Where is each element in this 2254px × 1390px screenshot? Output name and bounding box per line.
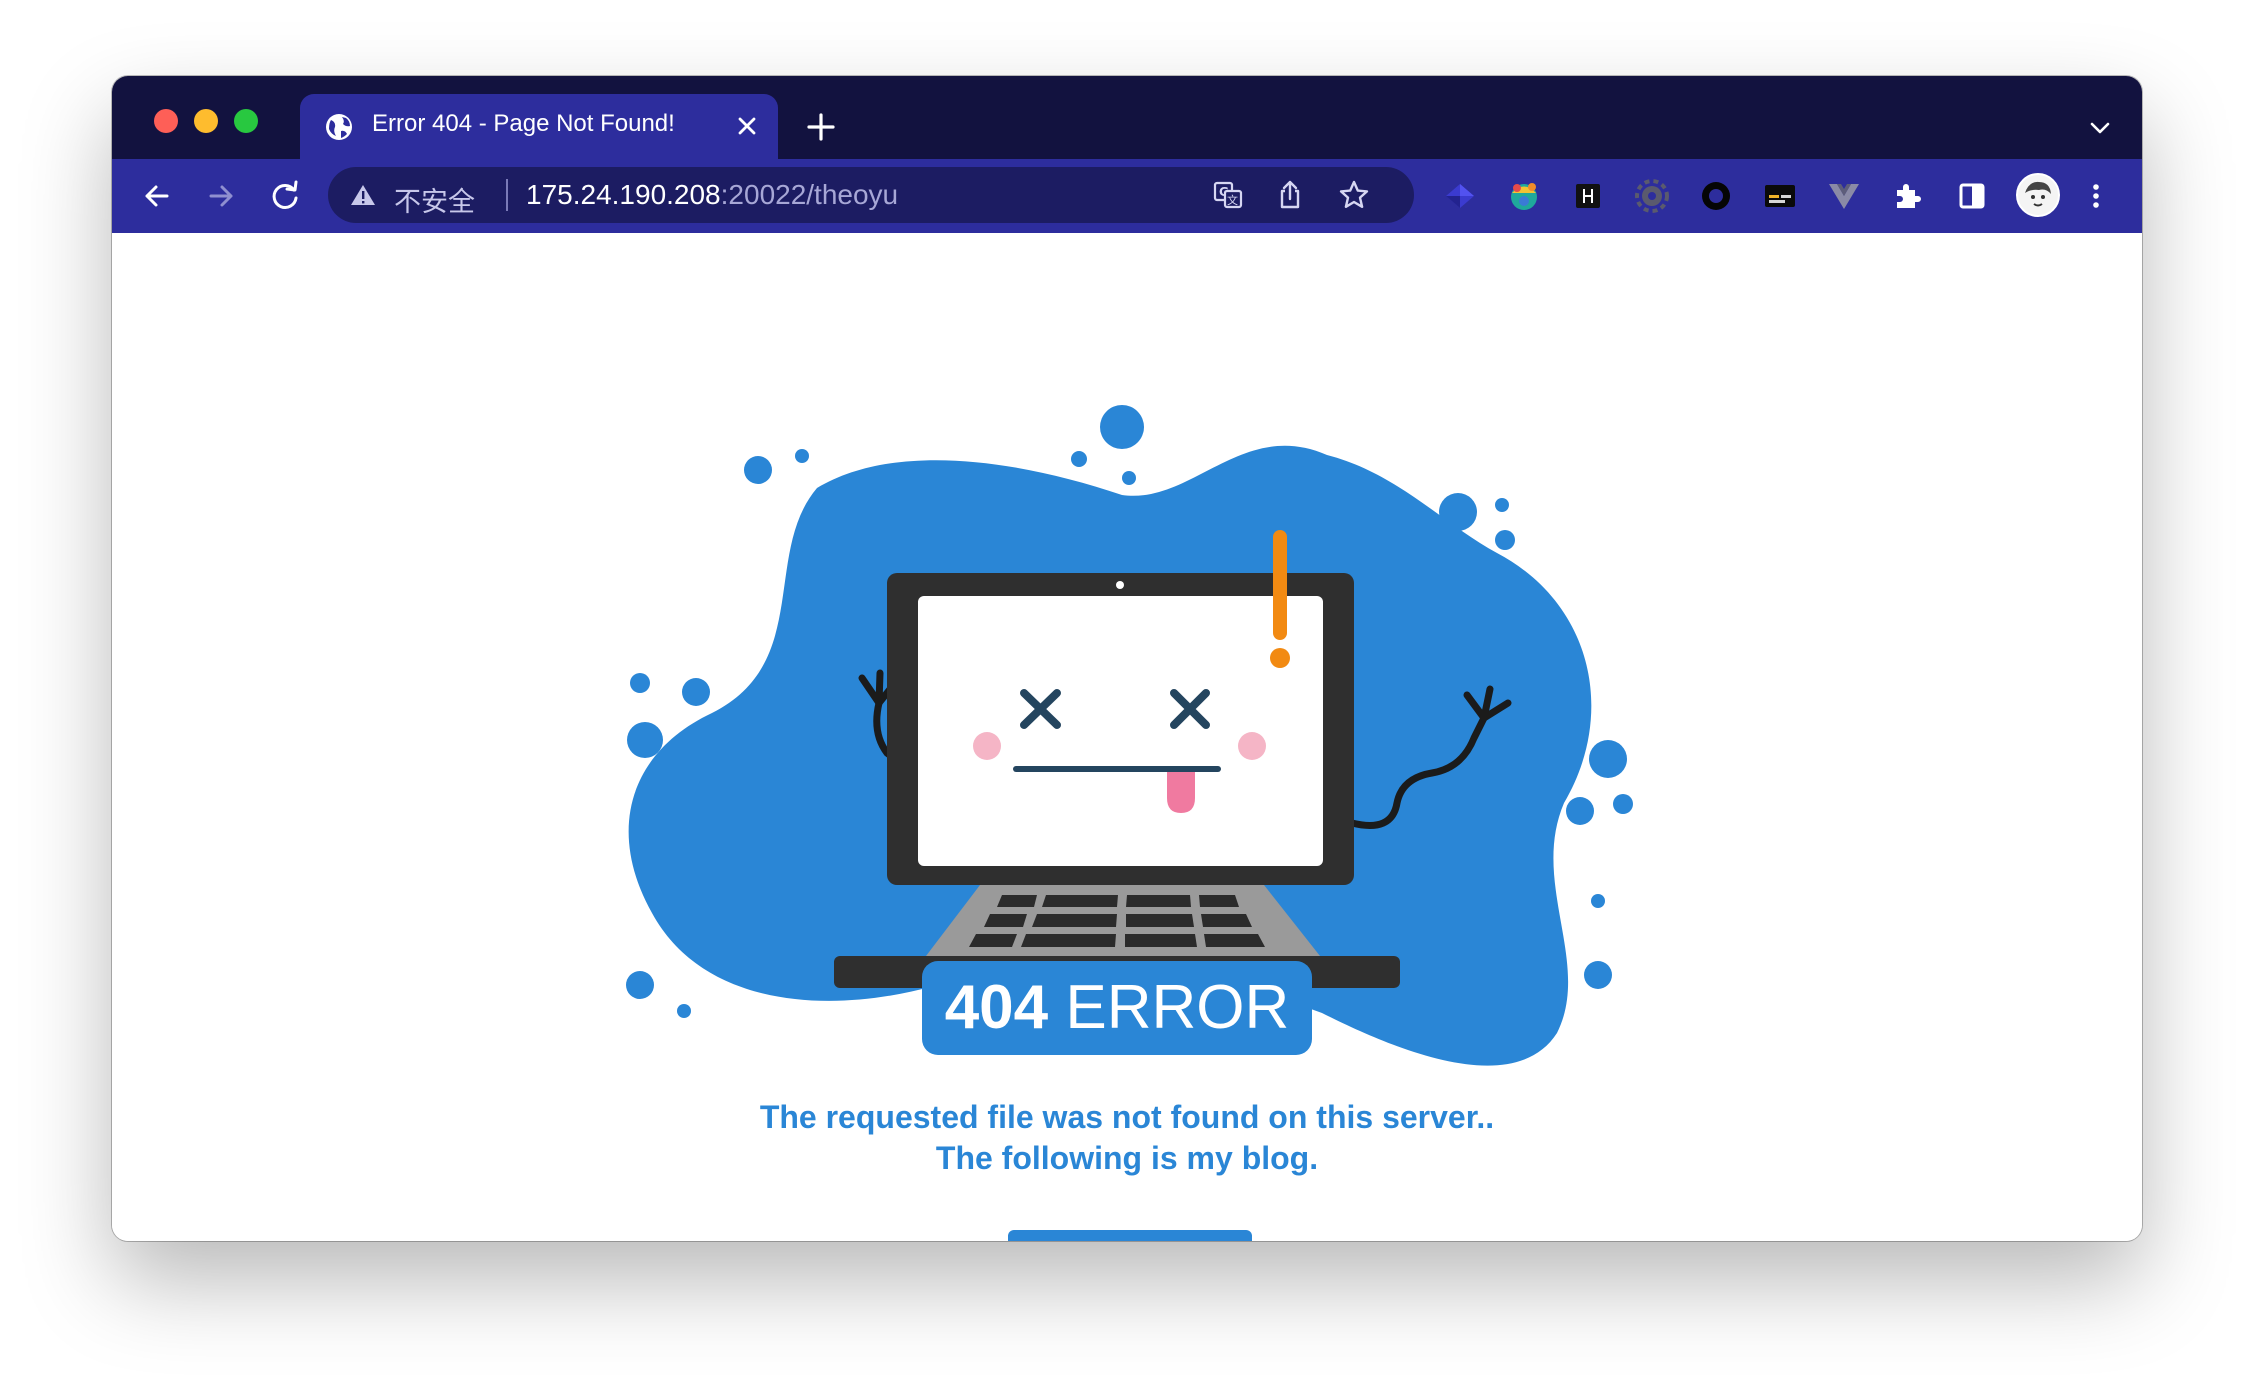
laptop-screen — [918, 596, 1323, 866]
ring-extension-icon[interactable] — [1698, 178, 1734, 214]
left-cheek — [973, 732, 1001, 760]
puzzle-icon[interactable] — [1890, 178, 1926, 214]
browser-window: Error 404 - Page Not Found! 不安全 175.24.1… — [112, 76, 2142, 1241]
security-label[interactable]: 不安全 — [394, 180, 475, 219]
error-word: ERROR — [1048, 973, 1290, 1042]
url-text[interactable]: 175.24.190.208:20022/theoyu — [526, 179, 898, 211]
address-bar[interactable]: 不安全 175.24.190.208:20022/theoyu G 文 — [328, 167, 1414, 223]
warning-icon[interactable] — [350, 183, 376, 207]
svg-text:文: 文 — [1227, 193, 1238, 207]
globe-icon — [326, 114, 352, 140]
error-badge: 404 ERROR — [922, 961, 1312, 1055]
right-cheek — [1238, 732, 1266, 760]
gear-extension-icon[interactable] — [1634, 178, 1670, 214]
side-panel-icon[interactable] — [1954, 178, 1990, 214]
layers-extension-icon[interactable] — [1442, 178, 1478, 214]
reload-icon[interactable] — [265, 176, 305, 216]
terminal-extension-icon[interactable] — [1762, 178, 1798, 214]
maximize-window-button[interactable] — [234, 109, 258, 133]
url-port-path: :20022/theoyu — [720, 179, 899, 210]
tab-title: Error 404 - Page Not Found! — [372, 110, 675, 137]
translate-icon[interactable]: G 文 — [1212, 179, 1244, 211]
close-window-button[interactable] — [154, 109, 178, 133]
blog-button[interactable] — [1008, 1230, 1252, 1241]
back-arrow-icon[interactable] — [137, 176, 177, 216]
tongue — [1167, 769, 1195, 813]
exclamation-dot — [1270, 648, 1290, 668]
vue-extension-icon[interactable] — [1826, 178, 1862, 214]
tab-strip: Error 404 - Page Not Found! — [112, 76, 2142, 159]
color-globe-extension-icon[interactable] — [1506, 178, 1542, 214]
broken-laptop-illustration — [626, 405, 1633, 1066]
profile-avatar[interactable] — [2015, 172, 2061, 218]
active-tab[interactable]: Error 404 - Page Not Found! — [300, 94, 778, 159]
new-tab-icon[interactable] — [806, 112, 836, 142]
minimize-window-button[interactable] — [194, 109, 218, 133]
address-divider — [506, 179, 508, 211]
chevron-down-icon[interactable] — [2088, 116, 2112, 140]
forward-arrow-icon[interactable] — [201, 176, 241, 216]
browser-toolbar: 不安全 175.24.190.208:20022/theoyu G 文 — [112, 159, 2142, 233]
error-message: The requested file was not found on this… — [759, 1099, 1495, 1135]
exclamation-bar — [1273, 530, 1287, 640]
webcam-dot — [1116, 581, 1124, 589]
close-tab-icon[interactable] — [734, 113, 760, 139]
h-extension-icon[interactable] — [1570, 178, 1606, 214]
bookmark-star-icon[interactable] — [1338, 179, 1370, 211]
blog-message: The following is my blog. — [935, 1140, 1319, 1176]
share-icon[interactable] — [1274, 179, 1306, 211]
url-host: 175.24.190.208 — [526, 179, 721, 210]
error-code: 404 — [944, 973, 1049, 1042]
more-menu-icon[interactable] — [2078, 178, 2114, 214]
page-content: 404 ERROR The requested file was not fou… — [112, 233, 2142, 1241]
